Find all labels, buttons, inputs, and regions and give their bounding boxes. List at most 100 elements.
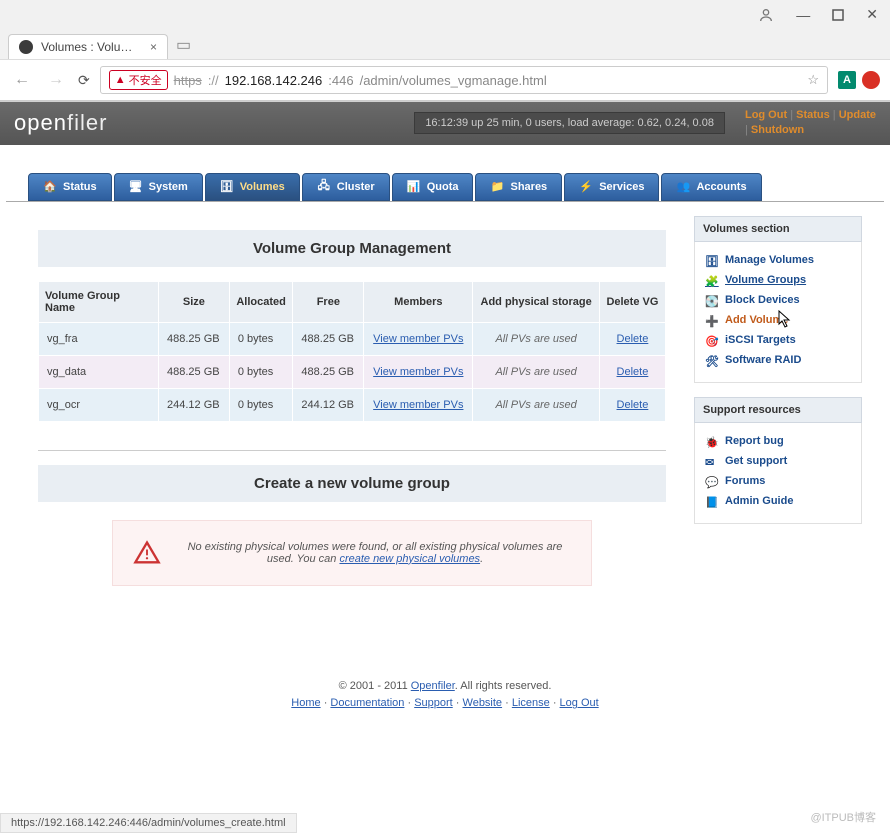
logo: openfiler — [14, 110, 107, 136]
favicon — [19, 40, 33, 54]
url-host: 192.168.142.246 — [225, 73, 323, 88]
content: Volume Group Management Volume Group Nam… — [6, 201, 884, 618]
user-icon[interactable] — [758, 7, 774, 23]
browser-tab[interactable]: Volumes : Volume Gro... × — [8, 34, 168, 59]
window-controls: — ✕ — [0, 0, 890, 29]
col-addpv: Add physical storage — [473, 281, 599, 322]
back-button[interactable]: ← — [10, 69, 34, 91]
sidebar-item-block-devices[interactable]: 💽Block Devices — [703, 290, 853, 310]
sidebar-item-iscsi-targets[interactable]: 🎯iSCSI Targets — [703, 330, 853, 350]
sidebar-item-label: Block Devices — [725, 294, 800, 306]
main-nav: 🏠Status 🖥System 🗄Volumes 🖧Cluster 📊Quota… — [28, 173, 862, 201]
minimize-button[interactable]: — — [796, 7, 810, 23]
support-icon: 🐞 — [705, 436, 719, 446]
shares-icon: 📁 — [490, 180, 504, 194]
view-members-link[interactable]: View member PVs — [373, 399, 463, 411]
bookmark-icon[interactable]: ☆ — [807, 72, 819, 88]
create-pv-link[interactable]: create new physical volumes — [339, 553, 480, 565]
tab-title: Volumes : Volume Gro... — [41, 40, 142, 54]
delete-link[interactable]: Delete — [617, 366, 649, 378]
col-size: Size — [159, 281, 230, 322]
vg-alloc: 0 bytes — [229, 322, 293, 355]
vg-size: 244.12 GB — [159, 388, 230, 421]
vg-addpv: All PVs are used — [473, 355, 599, 388]
nav-cluster[interactable]: 🖧Cluster — [302, 173, 390, 201]
url-input[interactable]: ▲ 不安全 https://192.168.142.246:446/admin/… — [100, 66, 828, 94]
update-link[interactable]: Update — [839, 109, 876, 121]
maximize-button[interactable] — [832, 9, 844, 21]
nav-quota[interactable]: 📊Quota — [392, 173, 474, 201]
delete-link[interactable]: Delete — [617, 399, 649, 411]
sidebar-item-add-volume[interactable]: ➕Add Volume — [703, 310, 853, 330]
support-item-admin-guide[interactable]: 📘 Admin Guide — [703, 491, 853, 511]
sidebar-item-volume-groups[interactable]: 🧩 Volume Groups — [703, 270, 853, 290]
support-item-report-bug[interactable]: 🐞Report bug — [703, 431, 853, 451]
tab-close-icon[interactable]: × — [150, 40, 157, 54]
close-button[interactable]: ✕ — [866, 6, 878, 23]
cluster-icon: 🖧 — [317, 180, 331, 194]
sidebar-item-software-raid[interactable]: 🛠Software RAID — [703, 350, 853, 370]
sidebar: Volumes section 🗄Manage Volumes 🧩 Volume G… — [694, 216, 862, 604]
support-icon: 💬 — [705, 476, 719, 486]
uptime-display: 16:12:39 up 25 min, 0 users, load averag… — [414, 112, 725, 134]
table-row: vg_fra488.25 GB0 bytes488.25 GBView memb… — [39, 322, 666, 355]
nav-services[interactable]: ⚡Services — [564, 173, 659, 201]
vg-mgmt-title: Volume Group Management — [38, 230, 666, 267]
footer-website[interactable]: Website — [463, 697, 503, 709]
col-alloc: Allocated — [229, 281, 293, 322]
footer-logout[interactable]: Log Out — [560, 697, 599, 709]
insecure-badge[interactable]: ▲ 不安全 — [109, 70, 168, 90]
header-links: Log Out | Status | Update | Shutdown — [745, 108, 876, 139]
logout-link[interactable]: Log Out — [745, 109, 787, 121]
vg-free: 488.25 GB — [293, 355, 364, 388]
extensions: A — [838, 71, 880, 89]
new-tab-button[interactable]: ▭ — [168, 31, 199, 59]
view-members-link[interactable]: View member PVs — [373, 333, 463, 345]
support-item-label: Get support — [725, 455, 787, 467]
vg-addpv: All PVs are used — [473, 322, 599, 355]
table-row: vg_ocr244.12 GB0 bytes244.12 GBView memb… — [39, 388, 666, 421]
sidebar-item-label: Volume Groups — [725, 274, 806, 286]
footer-license[interactable]: License — [512, 697, 550, 709]
vg-delete: Delete — [599, 322, 665, 355]
footer-docs[interactable]: Documentation — [330, 697, 404, 709]
footer-home[interactable]: Home — [291, 697, 320, 709]
delete-link[interactable]: Delete — [617, 333, 649, 345]
support-item-forums[interactable]: 💬Forums — [703, 471, 853, 491]
col-name: Volume Group Name — [39, 281, 159, 322]
vg-alloc: 0 bytes — [229, 388, 293, 421]
sidebar-item-manage-volumes[interactable]: 🗄Manage Volumes — [703, 250, 853, 270]
footer: © 2001 - 2011 Openfiler. All rights rese… — [0, 678, 890, 713]
forward-button[interactable]: → — [44, 69, 68, 91]
nav-status[interactable]: 🏠Status — [28, 173, 112, 201]
nav-shares[interactable]: 📁Shares — [475, 173, 562, 201]
reload-button[interactable]: ⟳ — [78, 72, 90, 89]
support-item-get-support[interactable]: ✉ Get support — [703, 451, 853, 471]
shutdown-link[interactable]: Shutdown — [751, 124, 804, 136]
services-icon: ⚡ — [579, 180, 593, 194]
volumes-section-title: Volumes section — [694, 216, 862, 242]
support-icon: 📘 — [705, 496, 719, 506]
footer-openfiler-link[interactable]: Openfiler — [411, 680, 455, 692]
extension-icon[interactable]: A — [838, 71, 856, 89]
support-icon: ✉ — [705, 456, 719, 466]
volumes-section-box: 🗄Manage Volumes 🧩 Volume Groups 💽Block Devi… — [694, 242, 862, 383]
address-bar: ← → ⟳ ▲ 不安全 https://192.168.142.246:446/… — [0, 59, 890, 101]
nav-system[interactable]: 🖥System — [114, 173, 203, 201]
nav-accounts[interactable]: 👥Accounts — [661, 173, 761, 201]
vg-name: vg_fra — [39, 322, 159, 355]
nav-volumes[interactable]: 🗄Volumes — [205, 173, 300, 201]
support-item-label: Admin Guide — [725, 495, 793, 507]
footer-support[interactable]: Support — [414, 697, 453, 709]
status-link[interactable]: Status — [796, 109, 830, 121]
sidebar-item-label: Manage Volumes — [725, 254, 814, 266]
vg-size: 488.25 GB — [159, 322, 230, 355]
vg-members: View member PVs — [364, 355, 473, 388]
extension-icon[interactable] — [862, 71, 880, 89]
table-row: vg_data488.25 GB0 bytes488.25 GBView mem… — [39, 355, 666, 388]
notice-text: No existing physical volumes were found,… — [179, 541, 571, 565]
view-members-link[interactable]: View member PVs — [373, 366, 463, 378]
sidebar-item-label: Software RAID — [725, 354, 801, 366]
url-scheme: https — [174, 73, 202, 88]
sidebar-icon: 🧩 — [705, 275, 719, 285]
